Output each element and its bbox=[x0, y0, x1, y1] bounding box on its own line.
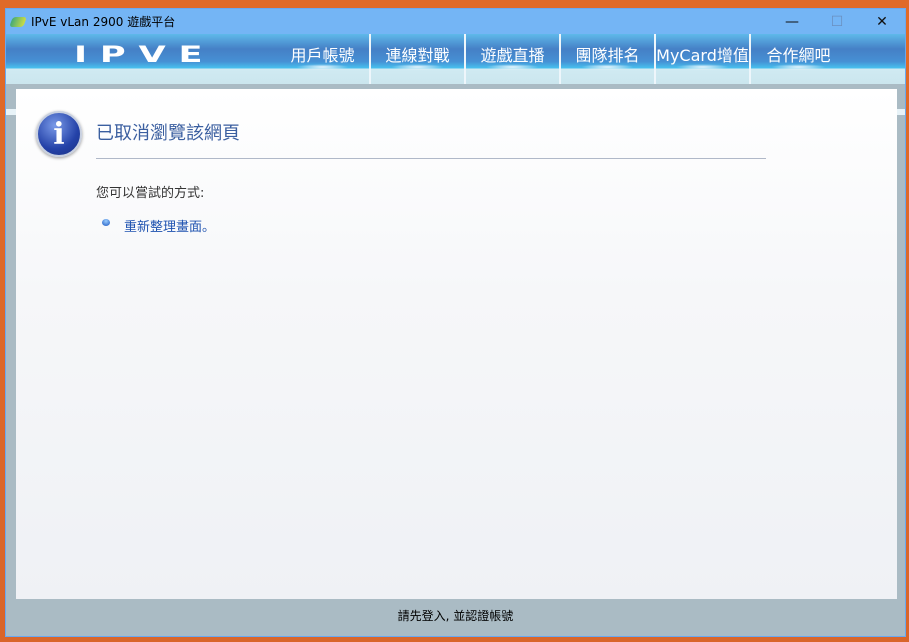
app-icon bbox=[9, 16, 27, 27]
nav-item-account[interactable]: 用戶帳號 bbox=[276, 34, 371, 84]
close-button[interactable]: ✕ bbox=[859, 9, 905, 34]
divider bbox=[96, 158, 766, 159]
content-panel: i 已取消瀏覽該網頁 您可以嘗試的方式: 重新整理畫面。 bbox=[16, 89, 897, 599]
minimize-button[interactable]: — bbox=[769, 9, 815, 34]
title-bar: IPvE vLan 2900 遊戲平台 — ☐ ✕ bbox=[6, 9, 905, 34]
suggestion-label: 您可以嘗試的方式: bbox=[96, 186, 205, 201]
bullet-icon bbox=[102, 219, 110, 226]
info-icon: i bbox=[36, 111, 82, 157]
logo: IPVE bbox=[74, 43, 216, 68]
nav-item-mycard[interactable]: MyCard增值 bbox=[656, 34, 751, 84]
nav-item-ranking[interactable]: 團隊排名 bbox=[561, 34, 656, 84]
status-bar-text: 請先登入, 並認證帳號 bbox=[397, 609, 514, 623]
nav-bar: IPVE 用戶帳號 連線對戰 遊戲直播 團隊排名 MyCard增值 合作網吧 bbox=[6, 34, 905, 115]
app-window: IPvE vLan 2900 遊戲平台 — ☐ ✕ IPVE 用戶帳號 連線對戰… bbox=[5, 8, 906, 637]
nav-item-live[interactable]: 遊戲直播 bbox=[466, 34, 561, 84]
refresh-link[interactable]: 重新整理畫面。 bbox=[124, 216, 215, 235]
page-title: 已取消瀏覽該網頁 bbox=[96, 123, 240, 144]
nav-item-netcafe[interactable]: 合作網吧 bbox=[751, 34, 846, 84]
nav-item-battle[interactable]: 連線對戰 bbox=[371, 34, 466, 84]
maximize-button[interactable]: ☐ bbox=[814, 9, 860, 34]
window-title: IPvE vLan 2900 遊戲平台 bbox=[31, 15, 176, 29]
